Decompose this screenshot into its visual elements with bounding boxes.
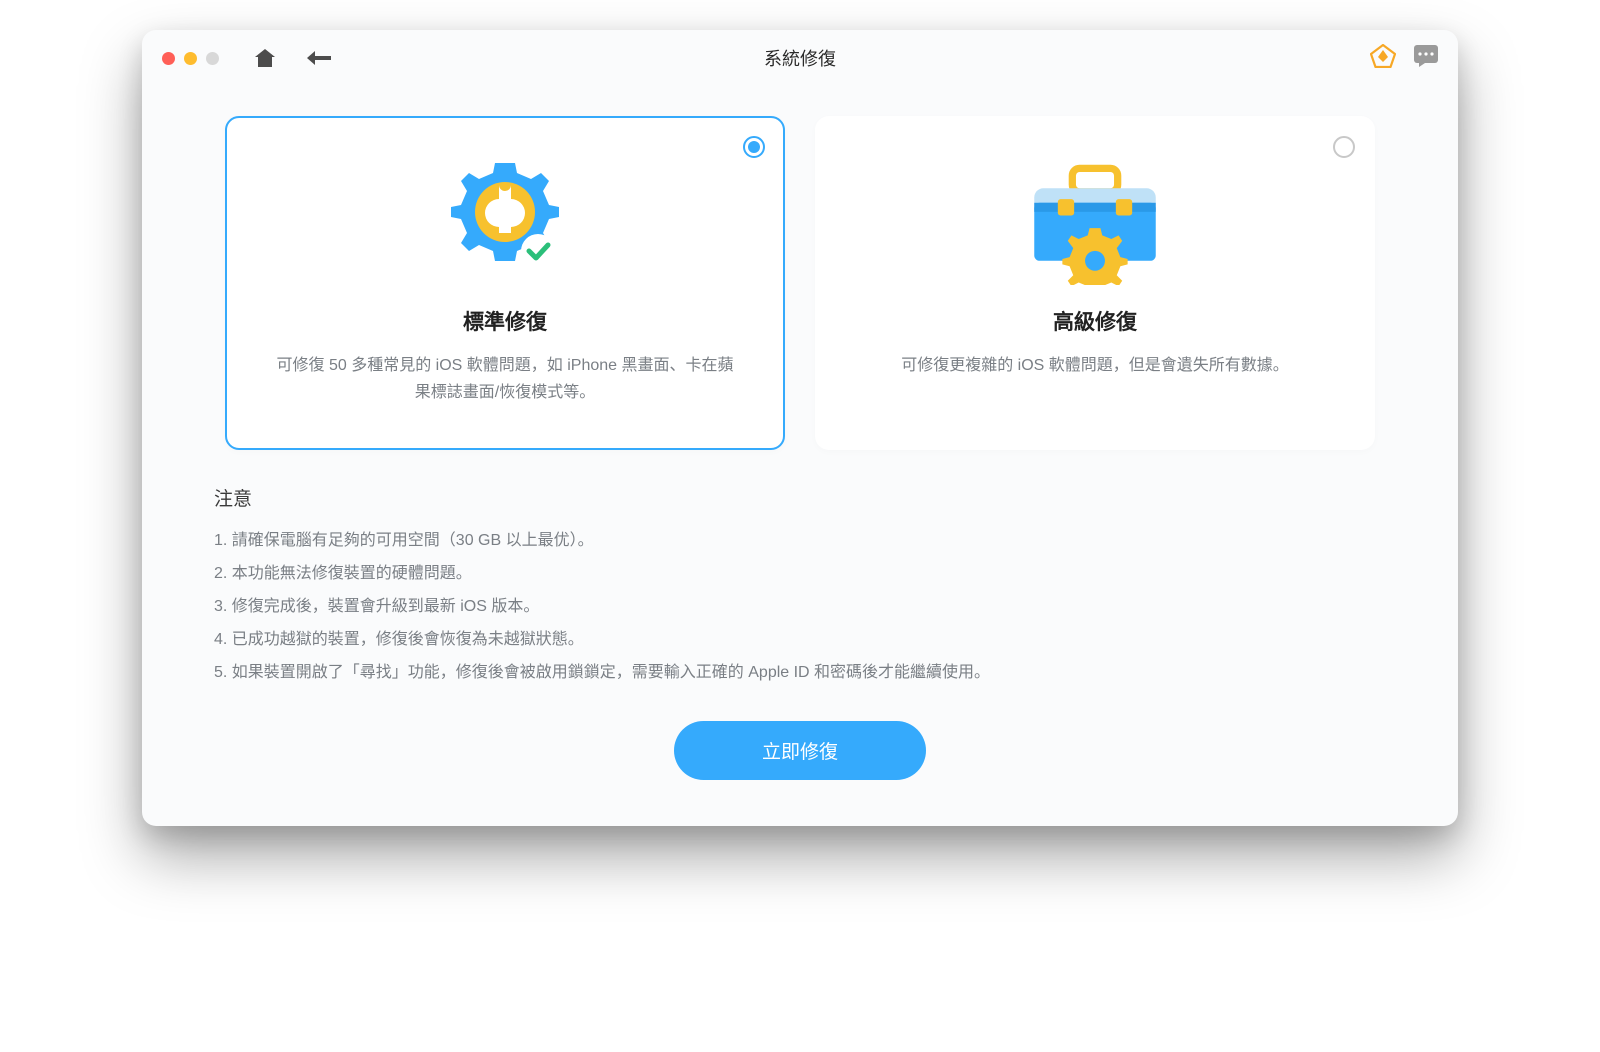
radio-unselected-icon [1333,136,1355,158]
option-title: 標準修復 [463,306,547,336]
back-icon[interactable] [307,51,331,65]
notes-heading: 注意 [214,484,1386,511]
radio-selected-icon [743,136,765,158]
nav-icons [255,49,331,67]
option-standard-repair[interactable]: 標準修復 可修復 50 多種常見的 iOS 軟體問題，如 iPhone 黑畫面、… [225,116,785,450]
option-advanced-repair[interactable]: 高級修復 可修復更複雜的 iOS 軟體問題，但是會遺失所有數據。 [815,116,1375,450]
option-description: 可修復更複雜的 iOS 軟體問題，但是會遺失所有數據。 [901,352,1289,379]
notes-section: 注意 請確保電腦有足夠的可用空間（30 GB 以上最优）。 本功能無法修復裝置的… [214,484,1386,689]
gear-wrench-icon [437,152,573,288]
content-area: 標準修復 可修復 50 多種常見的 iOS 軟體問題，如 iPhone 黑畫面、… [142,86,1458,826]
titlebar: 系統修復 [142,30,1458,86]
toolbox-icon [1027,152,1163,288]
note-item: 如果裝置開啟了「尋找」功能，修復後會被啟用鎖鎖定，需要輸入正確的 Apple I… [214,657,1386,690]
feedback-icon[interactable] [1414,45,1438,72]
close-icon[interactable] [162,52,175,65]
option-title: 高級修復 [1053,306,1137,336]
note-item: 請確保電腦有足夠的可用空間（30 GB 以上最优）。 [214,525,1386,558]
minimize-icon[interactable] [184,52,197,65]
maximize-icon[interactable] [206,52,219,65]
crown-icon[interactable] [1370,44,1396,73]
note-item: 已成功越獄的裝置，修復後會恢復為未越獄狀態。 [214,624,1386,657]
app-window: 系統修復 [142,30,1458,826]
page-title: 系統修復 [764,45,836,71]
repair-now-button[interactable]: 立即修復 [674,721,926,780]
note-item: 本功能無法修復裝置的硬體問題。 [214,558,1386,591]
action-row: 立即修復 [214,721,1386,780]
option-description: 可修復 50 多種常見的 iOS 軟體問題，如 iPhone 黑畫面、卡在蘋果標… [271,352,739,406]
notes-list: 請確保電腦有足夠的可用空間（30 GB 以上最优）。 本功能無法修復裝置的硬體問… [214,525,1386,689]
mode-options: 標準修復 可修復 50 多種常見的 iOS 軟體問題，如 iPhone 黑畫面、… [214,116,1386,450]
note-item: 修復完成後，裝置會升級到最新 iOS 版本。 [214,591,1386,624]
traffic-lights [162,52,219,65]
home-icon[interactable] [255,49,275,67]
